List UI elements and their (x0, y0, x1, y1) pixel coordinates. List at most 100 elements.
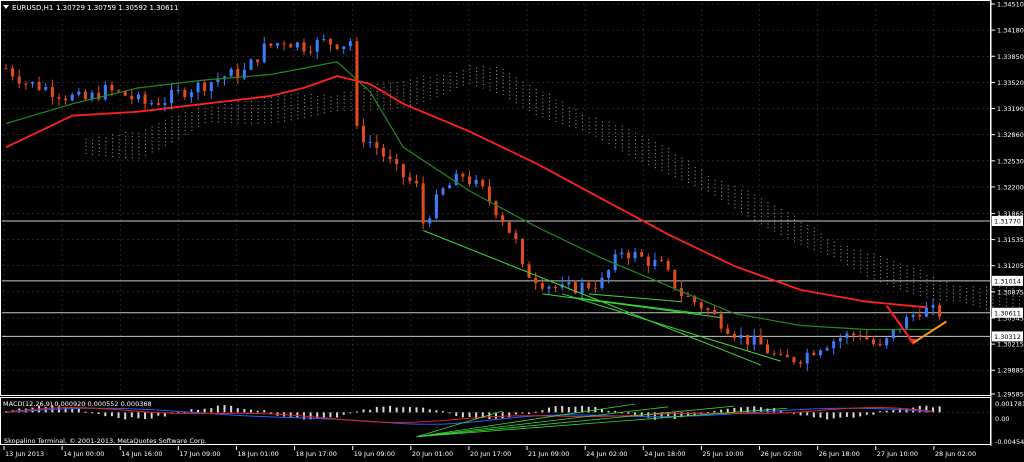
cloud-dot (92, 139, 94, 141)
cloud-dot (972, 297, 974, 299)
cloud-dot (933, 294, 935, 296)
cloud-dot (489, 89, 491, 91)
macd-bar (879, 411, 882, 413)
cloud-dot (111, 134, 113, 136)
cloud-dot (297, 114, 299, 116)
ichimoku-cloud (85, 65, 1021, 316)
cloud-dot (873, 274, 875, 276)
macd-bar (203, 408, 206, 413)
candle-body (845, 333, 849, 338)
cloud-dot (323, 101, 325, 103)
cloud-dot (754, 205, 756, 207)
chart-menu-icon[interactable] (3, 5, 9, 9)
cloud-dot (270, 97, 272, 99)
cloud-dot (237, 115, 239, 117)
cloud-dot (707, 183, 709, 185)
cloud-dot (184, 123, 186, 125)
cloud-dot (436, 96, 438, 98)
cloud-dot (515, 77, 517, 79)
cloud-dot (1019, 306, 1021, 308)
macd-bar (468, 412, 471, 418)
cloud-dot (522, 95, 524, 97)
cloud-dot (721, 191, 723, 193)
cloud-dot (217, 114, 219, 116)
cloud-dot (906, 269, 908, 271)
cloud-dot (727, 203, 729, 205)
cloud-dot (880, 270, 882, 272)
cloud-dot (674, 176, 676, 178)
candle-body (746, 334, 750, 345)
cloud-dot (231, 118, 233, 120)
cloud-dot (919, 273, 921, 275)
cloud-dot (913, 289, 915, 291)
cloud-dot (317, 106, 319, 108)
candle-body (865, 336, 869, 340)
cloud-dot (118, 138, 120, 140)
cloud-dot (515, 102, 517, 104)
cloud-dot (198, 122, 200, 124)
cloud-dot (423, 82, 425, 84)
cloud-dot (443, 89, 445, 91)
cloud-dot (191, 112, 193, 114)
cloud-dot (787, 230, 789, 232)
cloud-dot (727, 185, 729, 187)
cloud-dot (654, 145, 656, 147)
cloud-dot (224, 114, 226, 116)
cloud-dot (436, 78, 438, 80)
macd-bar (812, 412, 815, 418)
cloud-dot (873, 278, 875, 280)
cloud-dot (548, 115, 550, 117)
cloud-dot (509, 76, 511, 78)
price-chart[interactable]: 1.317701.310141.306111.30312 1.345101.34… (0, 0, 1024, 462)
cloud-dot (588, 124, 590, 126)
cloud-dot (727, 195, 729, 197)
cloud-dot (330, 107, 332, 109)
cloud-dot (343, 99, 345, 101)
cloud-dot (681, 168, 683, 170)
candle-body (726, 328, 730, 334)
macd-bar (150, 412, 153, 419)
level-label: 1.31014 (994, 277, 1021, 285)
cloud-dot (1005, 301, 1007, 303)
cloud-dot (893, 271, 895, 273)
cloud-dot (608, 125, 610, 127)
cloud-dot (601, 128, 603, 130)
cloud-dot (886, 279, 888, 281)
cloud-dot (754, 198, 756, 200)
cloud-dot (966, 291, 968, 293)
cloud-dot (303, 102, 305, 104)
cloud-dot (979, 295, 981, 297)
cloud-dot (403, 95, 405, 97)
candle-body (401, 164, 405, 178)
time-tick-label: 26 Jun 02:00 (761, 450, 802, 458)
trend-line-2 (562, 293, 781, 362)
cloud-dot (270, 118, 272, 120)
cloud-dot (899, 281, 901, 283)
cloud-dot (231, 111, 233, 113)
cloud-dot (933, 291, 935, 293)
cloud-dot (681, 175, 683, 177)
macd-bar (521, 412, 524, 414)
cloud-dot (793, 229, 795, 231)
cloud-dot (688, 164, 690, 166)
cloud-dot (747, 197, 749, 199)
cloud-dot (681, 157, 683, 159)
candle-body (196, 82, 200, 93)
cloud-dot (390, 86, 392, 88)
cloud-dot (118, 156, 120, 158)
candle-body (653, 259, 657, 266)
cloud-dot (575, 127, 577, 129)
cloud-dot (959, 300, 961, 302)
cloud-dot (774, 216, 776, 218)
cloud-dot (1005, 312, 1007, 314)
cloud-dot (780, 219, 782, 221)
macd-bar (355, 411, 358, 413)
cloud-dot (760, 223, 762, 225)
cloud-dot (601, 124, 603, 126)
cloud-dot (529, 106, 531, 108)
cloud-dot (714, 190, 716, 192)
cloud-dot (635, 154, 637, 156)
cloud-dot (131, 132, 133, 134)
cloud-dot (972, 293, 974, 295)
cloud-dot (721, 188, 723, 190)
